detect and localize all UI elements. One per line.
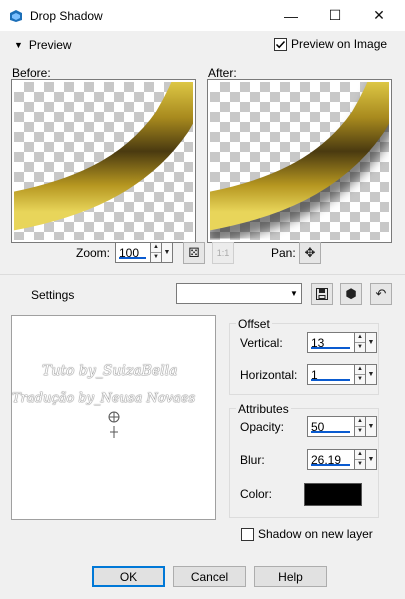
zoom-stepper[interactable]: ▲ ▼ <box>151 242 162 263</box>
horizontal-spinner[interactable]: 1 ▲ ▼ ▼ <box>307 364 377 385</box>
vertical-label: Vertical: <box>240 336 283 350</box>
horizontal-stepper[interactable]: ▲ ▼ <box>355 364 366 385</box>
shadow-color-swatch[interactable] <box>304 483 362 506</box>
blur-dropdown-button[interactable]: ▼ <box>366 449 377 470</box>
maximize-icon: ☐ <box>328 7 342 23</box>
move-icon: ✥ <box>304 245 316 260</box>
pan-label: Pan: <box>271 246 296 260</box>
zoom-spinner[interactable]: 100 ▲ ▼ ▼ <box>115 242 173 263</box>
preview-toggle-label: Preview <box>28 38 72 52</box>
reset-button[interactable]: ↶ <box>370 283 392 305</box>
opacity-label: Opacity: <box>240 420 285 434</box>
canvas-preview[interactable]: Tuto by_SuizaBella Tradução by_Neusa Nov… <box>11 315 216 520</box>
minimize-button[interactable]: — <box>269 0 313 31</box>
down-arrow-icon: ▼ <box>151 252 161 262</box>
zoom-to-fit-button[interactable]: ⚄ <box>183 242 205 264</box>
close-icon: ✕ <box>373 7 385 23</box>
opacity-spinner[interactable]: 50 ▲ ▼ ▼ <box>307 416 377 437</box>
settings-label: Settings <box>31 288 75 302</box>
color-label: Color: <box>240 487 273 501</box>
opacity-stepper[interactable]: ▲ ▼ <box>355 416 366 437</box>
after-preview <box>207 79 392 243</box>
down-arrow-icon: ▼ <box>355 374 365 384</box>
zoom-dropdown-button[interactable]: ▼ <box>162 242 173 263</box>
dropdown-arrow-icon: ▼ <box>367 456 375 463</box>
offset-title: Offset <box>236 317 272 331</box>
save-icon <box>316 288 328 300</box>
dropdown-arrow-icon: ▼ <box>367 423 375 430</box>
save-preset-button[interactable] <box>311 283 333 305</box>
dropdown-arrow-icon: ▼ <box>367 371 375 378</box>
title-bar: Drop Shadow — ☐ ✕ <box>0 0 405 31</box>
zoom-actual-size-button[interactable]: 1:1 <box>212 242 234 264</box>
preview-on-image-box[interactable] <box>274 37 287 51</box>
down-arrow-icon: ▼ <box>355 342 365 352</box>
blur-stepper[interactable]: ▲ ▼ <box>355 449 366 470</box>
app-icon <box>8 8 24 24</box>
close-button[interactable]: ✕ <box>357 0 401 31</box>
settings-value <box>177 284 287 303</box>
vertical-stepper[interactable]: ▲ ▼ <box>355 332 366 353</box>
up-arrow-icon: ▲ <box>153 244 159 250</box>
dice-icon: ⚄ <box>188 245 200 260</box>
chevron-down-icon: ▼ <box>290 289 298 298</box>
cancel-button[interactable]: Cancel <box>173 566 246 587</box>
preview-on-image-checkbox[interactable]: Preview on Image <box>274 37 387 51</box>
actual-size-icon: 1:1 <box>216 248 230 258</box>
attributes-title: Attributes <box>236 402 291 416</box>
preview-toggle[interactable]: ▼ Preview <box>14 38 72 52</box>
up-arrow-icon: ▲ <box>357 451 363 457</box>
after-label: After: <box>208 66 237 80</box>
shadow-new-layer-checkbox[interactable]: Shadow on new layer <box>241 527 373 541</box>
opacity-input[interactable]: 50 <box>307 416 355 437</box>
up-arrow-icon: ▲ <box>357 418 363 424</box>
caret-down-icon: ▼ <box>14 40 23 50</box>
dropdown-arrow-icon: ▼ <box>367 339 375 346</box>
horizontal-dropdown-button[interactable]: ▼ <box>366 364 377 385</box>
checkmark-icon <box>275 40 286 48</box>
watermark-line-2: Tradução by_Neusa Novaes <box>12 391 196 406</box>
before-label: Before: <box>12 66 51 80</box>
before-image <box>14 82 193 231</box>
vertical-spinner[interactable]: 13 ▲ ▼ ▼ <box>307 332 377 353</box>
divider <box>0 274 405 275</box>
crosshair-icon <box>108 411 120 438</box>
window-title: Drop Shadow <box>30 9 103 23</box>
zoom-input[interactable]: 100 <box>115 242 151 263</box>
zoom-label: Zoom: <box>76 246 111 260</box>
opacity-dropdown-button[interactable]: ▼ <box>366 416 377 437</box>
up-arrow-icon: ▲ <box>357 366 363 372</box>
settings-dropdown[interactable]: ▼ <box>176 283 302 304</box>
shadow-new-layer-box[interactable] <box>241 527 254 541</box>
watermark-line-1: Tuto by_SuizaBella <box>42 363 178 379</box>
blur-input[interactable]: 26,19 <box>307 449 355 470</box>
preview-on-image-label: Preview on Image <box>291 37 388 51</box>
undo-icon: ↶ <box>375 286 387 301</box>
pan-button[interactable]: ✥ <box>299 242 321 264</box>
down-arrow-icon: ▼ <box>355 426 365 436</box>
cube-icon: ⬢ <box>345 286 357 301</box>
help-button[interactable]: Help <box>254 566 327 587</box>
down-arrow-icon: ▼ <box>355 459 365 469</box>
ok-button[interactable]: OK <box>92 566 165 587</box>
before-preview <box>11 79 196 243</box>
after-image <box>210 82 389 240</box>
up-arrow-icon: ▲ <box>357 334 363 340</box>
vertical-dropdown-button[interactable]: ▼ <box>366 332 377 353</box>
maximize-button[interactable]: ☐ <box>313 0 357 31</box>
shadow-new-layer-label: Shadow on new layer <box>258 527 373 541</box>
horizontal-label: Horizontal: <box>240 368 298 382</box>
horizontal-input[interactable]: 1 <box>307 364 355 385</box>
minimize-icon: — <box>284 7 298 24</box>
randomize-button[interactable]: ⬢ <box>340 283 362 305</box>
blur-label: Blur: <box>240 453 265 467</box>
vertical-input[interactable]: 13 <box>307 332 355 353</box>
blur-spinner[interactable]: 26,19 ▲ ▼ ▼ <box>307 449 377 470</box>
dropdown-arrow-icon: ▼ <box>163 249 171 256</box>
